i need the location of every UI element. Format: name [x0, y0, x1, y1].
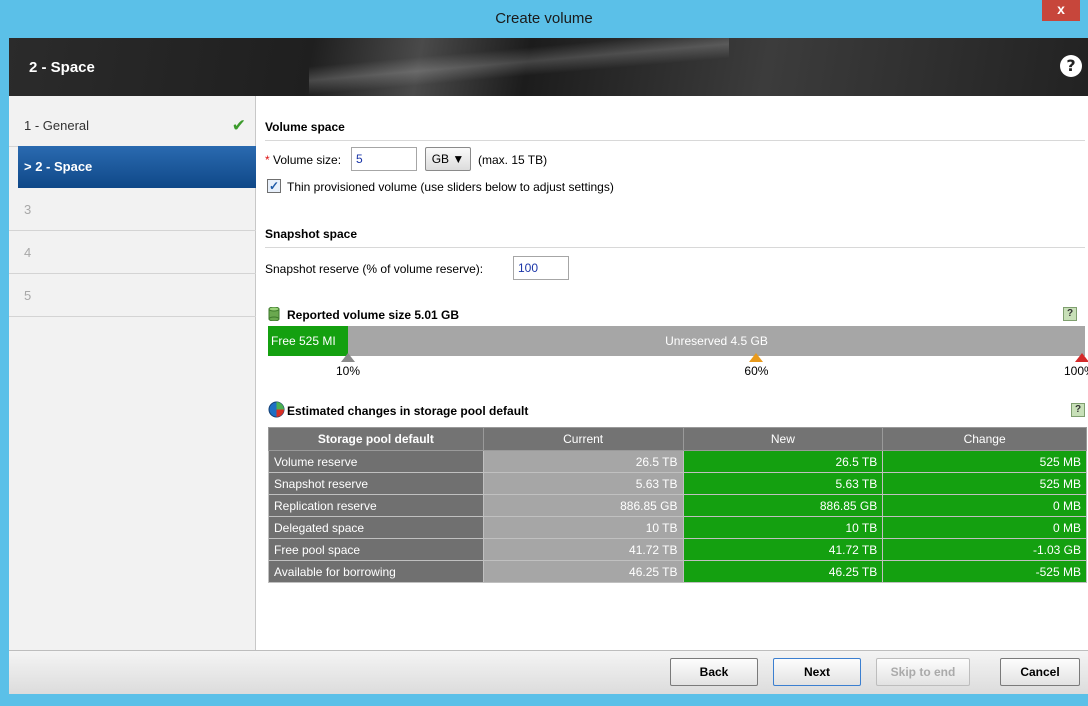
skip-to-end-button[interactable]: Skip to end [876, 658, 970, 686]
reported-volume-title: Reported volume size 5.01 GB [287, 308, 460, 322]
snapshot-reserve-input[interactable]: 100 [513, 256, 569, 280]
current-cell: 26.5 TB [482, 450, 684, 473]
row-label-cell: Volume reserve [268, 450, 484, 473]
unit-dropdown[interactable]: GB ▼ [425, 147, 471, 171]
table-row: Replication reserve 886.85 GB 886.85 GB 0 M… [268, 494, 1087, 517]
checkmark-icon: ✔ [231, 116, 246, 135]
sidebar-item-3: 3 [9, 189, 256, 231]
volume-size-label-text: Volume size: [273, 153, 342, 167]
slider-percent-label: 100% [1064, 364, 1088, 378]
help-icon[interactable]: ? [1060, 55, 1082, 77]
change-cell: -1.03 GB [882, 538, 1087, 561]
slider-percent-label: 10% [336, 364, 361, 378]
row-label-cell: Replication reserve [268, 494, 484, 517]
step-header: 2 - Space ? [9, 38, 1088, 96]
dialog-content: 1 - General ✔ > 2 - Space 3 4 5 Volume s… [9, 96, 1088, 650]
unreserved-segment: Unreserved 4.5 GB [665, 334, 768, 348]
current-cell: 5.63 TB [482, 472, 684, 495]
sidebar-item-4: 4 [9, 232, 256, 274]
next-button[interactable]: Next [773, 658, 861, 686]
estimated-changes-title: Estimated changes in storage pool defaul… [287, 404, 529, 418]
new-cell: 5.63 TB [682, 472, 884, 495]
row-label-cell: Delegated space [268, 516, 484, 539]
cancel-button[interactable]: Cancel [1000, 658, 1080, 686]
column-header: New [682, 427, 884, 451]
chevron-down-icon: ▼ [452, 152, 465, 166]
sidebar-item-label: > 2 - Space [24, 159, 93, 174]
table-row: Volume reserve 26.5 TB 26.5 TB 525 MB [268, 450, 1087, 473]
database-icon [268, 306, 280, 322]
slider-handle[interactable] [341, 353, 355, 362]
header-decoration [309, 38, 729, 96]
required-mark: * [265, 153, 270, 167]
new-cell: 41.72 TB [682, 538, 884, 561]
back-button[interactable]: Back [670, 658, 758, 686]
new-cell: 10 TB [682, 516, 884, 539]
pie-chart-icon [268, 401, 285, 418]
table-row: Snapshot reserve 5.63 TB 5.63 TB 525 MB [268, 472, 1087, 495]
create-volume-window: Create volume x 2 - Space ? 1 - General … [0, 0, 1088, 694]
volume-size-input[interactable]: 5 [351, 147, 417, 171]
unit-value: GB [431, 152, 450, 166]
max-size-text: (max. 15 TB) [478, 153, 548, 167]
sidebar-item-label: 5 [24, 288, 32, 303]
snapshot-space-heading: Snapshot space [265, 227, 1085, 248]
free-space-segment: Free 525 MI [268, 326, 348, 356]
volume-space-heading: Volume space [265, 120, 1085, 141]
change-cell: 525 MB [882, 472, 1087, 495]
new-cell: 886.85 GB [682, 494, 884, 517]
column-header: Storage pool default [268, 427, 484, 451]
sidebar-item-label: 4 [24, 245, 32, 260]
column-header: Change [882, 427, 1087, 451]
current-cell: 10 TB [482, 516, 684, 539]
row-label-cell: Available for borrowing [268, 560, 484, 583]
storage-pool-table: Storage pool default Current New Change … [268, 427, 1087, 583]
change-cell: -525 MB [882, 560, 1087, 583]
sidebar-item-space[interactable]: > 2 - Space [18, 146, 256, 188]
change-cell: 0 MB [882, 494, 1087, 517]
slider-handle[interactable] [749, 353, 764, 362]
help-icon[interactable]: ? [1063, 307, 1077, 321]
column-header: Current [482, 427, 684, 451]
volume-size-bar: Free 525 MI Unreserved 4.5 GB [268, 326, 1085, 356]
current-cell: 41.72 TB [482, 538, 684, 561]
close-button[interactable]: x [1042, 0, 1080, 21]
step-title: 2 - Space [29, 59, 95, 76]
current-cell: 46.25 TB [482, 560, 684, 583]
table-row: Delegated space 10 TB 10 TB 0 MB [268, 516, 1087, 539]
change-cell: 0 MB [882, 516, 1087, 539]
title-bar: Create volume x [0, 0, 1088, 38]
table-row: Available for borrowing 46.25 TB 46.25 TB -… [268, 560, 1087, 583]
step-sidebar: 1 - General ✔ > 2 - Space 3 4 5 [9, 96, 256, 650]
row-label-cell: Snapshot reserve [268, 472, 484, 495]
sidebar-item-label: 1 - General [24, 118, 90, 133]
main-panel: Volume space * Volume size: 5 GB ▼ (max.… [265, 96, 1088, 706]
table-row: Free pool space 41.72 TB 41.72 TB -1.03 GB [268, 538, 1087, 561]
help-icon[interactable]: ? [1071, 403, 1085, 417]
slider-handle[interactable] [1075, 353, 1088, 362]
change-cell: 525 MB [882, 450, 1087, 473]
row-label-cell: Free pool space [268, 538, 484, 561]
new-cell: 26.5 TB [682, 450, 884, 473]
thin-provisioned-label[interactable]: Thin provisioned volume (use sliders bel… [287, 180, 614, 194]
window-title: Create volume [495, 10, 593, 27]
slider-percent-label: 60% [744, 364, 769, 378]
table-header-row: Storage pool default Current New Change [268, 427, 1087, 451]
sidebar-item-5: 5 [9, 275, 256, 317]
sidebar-item-label: 3 [24, 202, 32, 217]
sidebar-item-general[interactable]: 1 - General ✔ [9, 105, 256, 147]
snapshot-reserve-label: Snapshot reserve (% of volume reserve): [265, 262, 484, 276]
current-cell: 886.85 GB [482, 494, 684, 517]
thin-provisioned-checkbox[interactable]: ✓ [267, 179, 281, 193]
new-cell: 46.25 TB [682, 560, 884, 583]
volume-size-label: * Volume size: [265, 153, 341, 167]
